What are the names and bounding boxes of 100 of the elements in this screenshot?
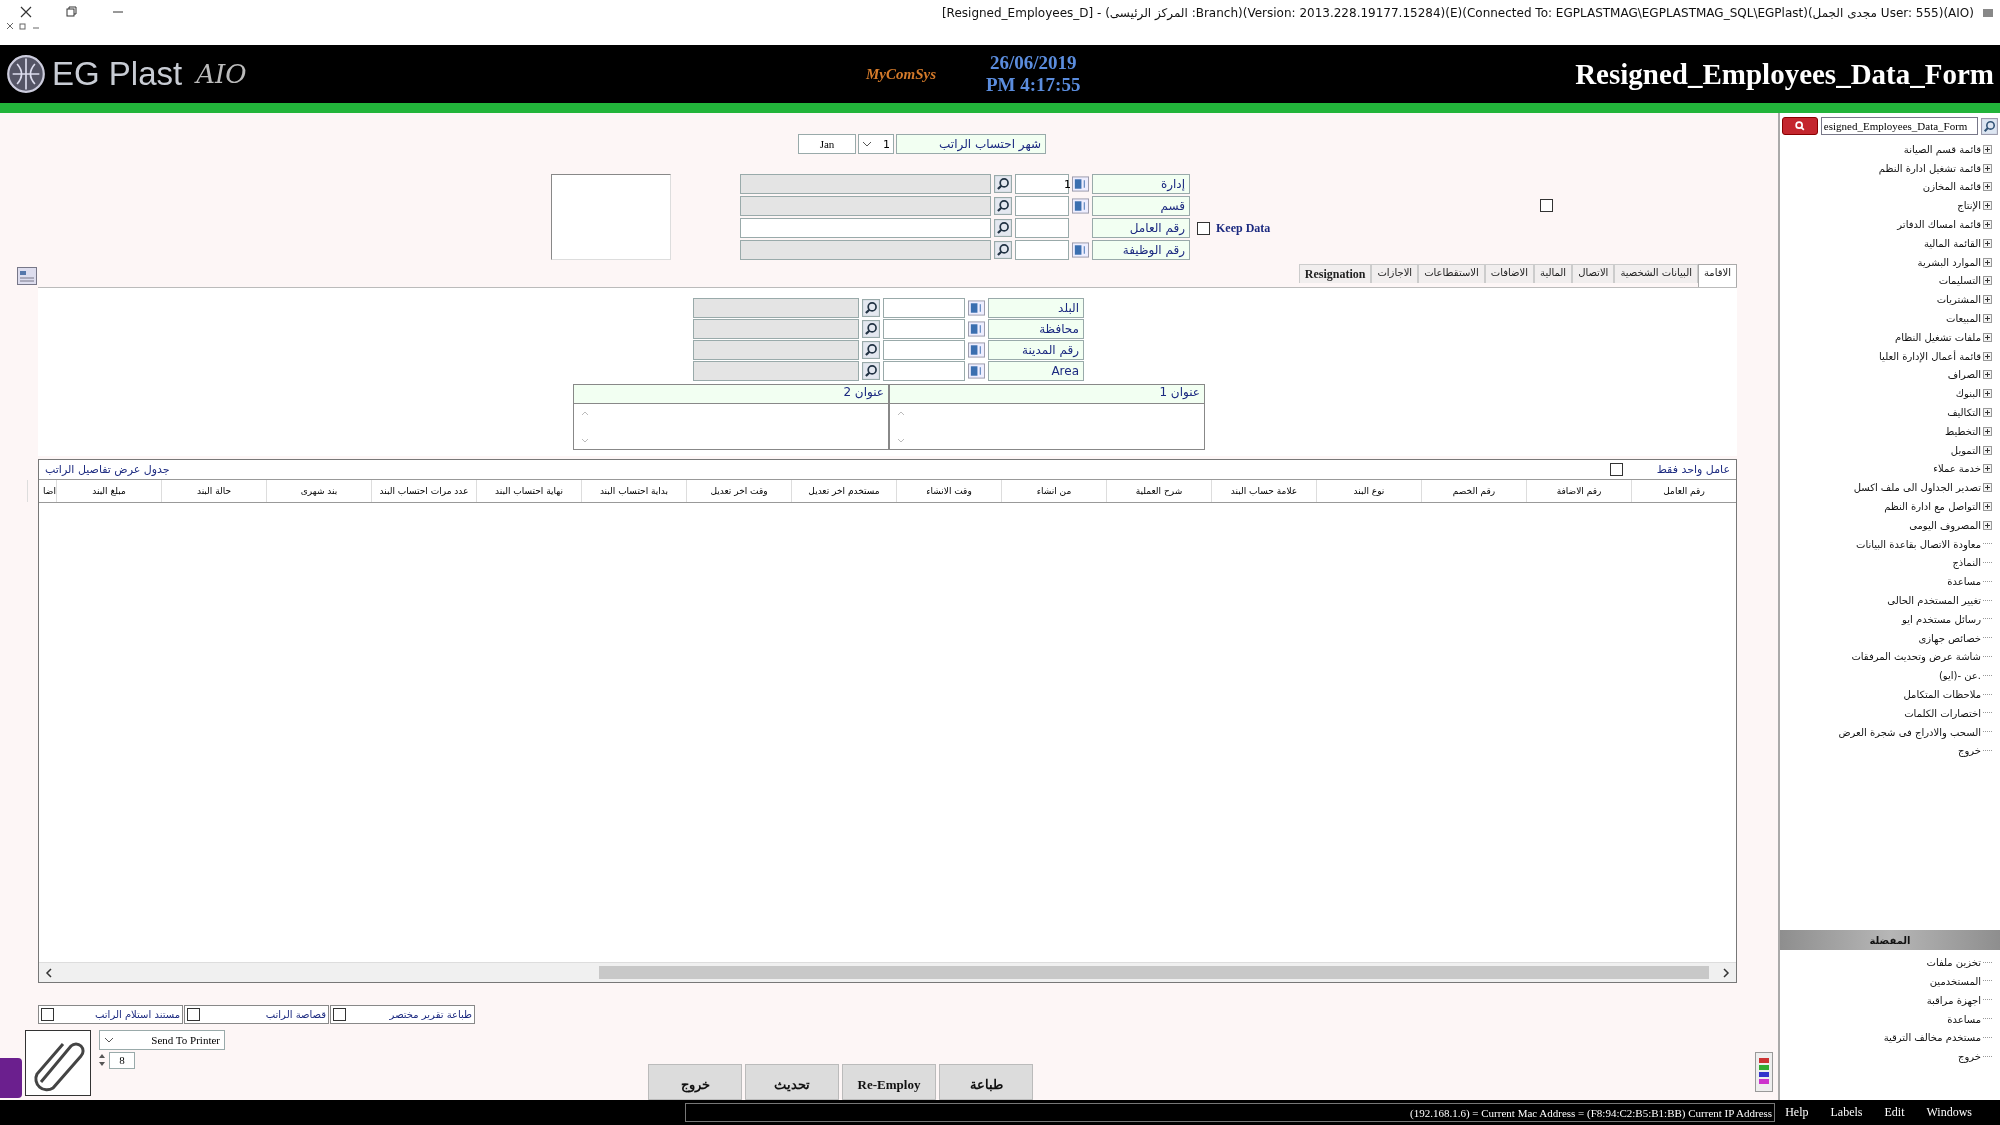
tab[interactable]: الاضافات <box>1484 263 1535 283</box>
expand-icon[interactable] <box>1983 295 1992 305</box>
scroll-left-icon[interactable] <box>45 967 53 978</box>
menu-item[interactable]: Help <box>1785 1105 1809 1120</box>
grid-icon[interactable] <box>17 266 37 285</box>
picker-icon[interactable] <box>968 341 985 358</box>
menu-item[interactable]: القائمة المالية <box>1923 237 1981 249</box>
menu-item[interactable]: الإنتاج <box>1957 200 1981 212</box>
menu-item[interactable]: خدمة عملاء <box>1933 463 1981 475</box>
menu-item[interactable]: مساعدة <box>1947 576 1981 588</box>
menu-item[interactable]: قائمة المخازن <box>1922 181 1981 193</box>
horizontal-scrollbar[interactable] <box>39 962 1736 983</box>
expand-icon[interactable] <box>1983 238 1992 248</box>
column-header[interactable]: بند شهرى <box>266 479 371 502</box>
column-header[interactable]: بداية احتساب البند <box>581 479 686 502</box>
menu-item[interactable]: ملفات تشغيل النظام <box>1895 331 1981 343</box>
expand-icon[interactable] <box>1983 314 1992 324</box>
menu-item[interactable]: التسليمات <box>1938 275 1981 287</box>
tab[interactable]: البيانات الشخصية <box>1614 263 1698 283</box>
action-button[interactable]: خروج <box>648 1064 742 1100</box>
expand-icon[interactable] <box>1983 445 1992 455</box>
code-field[interactable] <box>883 318 965 339</box>
menu-item[interactable]: تصدير الجداول الى ملف اكسل <box>1853 482 1981 494</box>
column-header[interactable]: وقت اخر تعديل <box>686 479 791 502</box>
menu-item[interactable]: Windows <box>1926 1105 1972 1120</box>
search-icon[interactable] <box>994 197 1012 215</box>
menu-item[interactable]: المصروف اليومى <box>1909 519 1981 531</box>
name-field[interactable] <box>740 218 991 238</box>
code-field[interactable] <box>883 297 965 318</box>
menu-item[interactable]: قائمة أعمال الإدارة العليا <box>1879 350 1981 362</box>
menu-item[interactable]: تغيير المستخدم الحالى <box>1887 595 1981 606</box>
menu-item[interactable]: التمويل <box>1950 444 1981 456</box>
expand-icon[interactable] <box>1983 144 1992 154</box>
search-icon[interactable] <box>862 298 880 317</box>
scroll-right-icon[interactable] <box>1722 967 1730 978</box>
menu-item[interactable]: شاشة عرض وتحديث المرفقات <box>1851 651 1981 663</box>
expand-icon[interactable] <box>1983 276 1992 286</box>
menu-item[interactable]: معاودة الاتصال بقاعدة البيانات <box>1855 538 1981 550</box>
expand-icon[interactable] <box>1983 520 1992 530</box>
menu-item[interactable]: قائمة امساك الدفاتر <box>1897 219 1981 231</box>
menu-item[interactable]: التخطيط <box>1945 425 1981 437</box>
search-icon[interactable] <box>862 361 880 380</box>
search-icon[interactable] <box>862 319 880 338</box>
column-header[interactable]: رقم الاضافة <box>1526 479 1631 502</box>
checkbox[interactable] <box>333 1008 346 1022</box>
column-header[interactable]: حالة البند <box>161 479 266 502</box>
tab[interactable]: الاقامة <box>1697 263 1737 287</box>
code-field[interactable] <box>1015 196 1069 216</box>
printer-dropdown[interactable]: Send To Printer <box>99 1030 225 1051</box>
menu-item[interactable]: الصراف <box>1947 369 1981 381</box>
code-field[interactable] <box>1015 240 1069 260</box>
code-field[interactable] <box>883 360 965 381</box>
name-field[interactable] <box>693 339 859 360</box>
restore-icon[interactable] <box>19 22 27 30</box>
restore-icon[interactable] <box>66 6 78 18</box>
menu-item[interactable]: مساعدة <box>1947 1013 1981 1025</box>
menu-item[interactable]: Labels <box>1830 1105 1863 1120</box>
menu-item[interactable]: السحب والادراج فى شجرة العرض <box>1838 726 1981 738</box>
column-header[interactable]: مستخدم اخر تعديل <box>791 479 896 502</box>
name-field[interactable] <box>693 318 859 339</box>
code-field[interactable] <box>883 339 965 360</box>
menu-item[interactable]: قائمة تشغيل ادارة النظم <box>1878 162 1981 174</box>
month-number-dropdown[interactable]: 1 <box>858 134 894 154</box>
expand-icon[interactable] <box>1983 464 1992 474</box>
menu-item[interactable]: قائمة قسم الصيانة <box>1903 143 1981 155</box>
menu-item[interactable]: خروج <box>1958 745 1981 757</box>
side-tab[interactable] <box>0 1058 22 1099</box>
action-button[interactable]: تحديث <box>745 1064 839 1100</box>
menu-item[interactable]: الموارد البشرية <box>1917 256 1981 268</box>
menu-item[interactable]: تخزين ملفات <box>1926 957 1981 969</box>
menu-item[interactable]: اجهزة مراقبة <box>1926 994 1981 1006</box>
column-header[interactable]: رقم الخصم <box>1421 479 1526 502</box>
expand-icon[interactable] <box>1983 332 1992 342</box>
checkbox[interactable] <box>1540 199 1554 212</box>
address-box[interactable]: عنوان 1 <box>889 383 1205 450</box>
code-field[interactable] <box>1015 218 1069 238</box>
tab[interactable]: الاجازات <box>1371 263 1419 283</box>
expand-icon[interactable] <box>1983 389 1992 399</box>
expand-icon[interactable] <box>1983 163 1992 173</box>
column-header[interactable]: نوع البند <box>1316 479 1421 502</box>
picker-icon[interactable] <box>968 299 985 316</box>
menu-item[interactable]: المبيعات <box>1946 313 1981 325</box>
column-header[interactable]: علامة حساب البند <box>1211 479 1316 502</box>
search-icon[interactable] <box>1981 117 1998 135</box>
menu-item[interactable]: خروج <box>1958 1051 1981 1063</box>
menu-item[interactable]: التواصل مع ادارة النظم <box>1884 501 1981 513</box>
expand-icon[interactable] <box>1983 351 1992 361</box>
menu-item[interactable]: ملاحظات المتكامل <box>1903 689 1981 700</box>
picker-icon[interactable] <box>968 362 985 379</box>
menu-item[interactable]: المشتريات <box>1936 294 1981 306</box>
column-header[interactable]: نهاية احتساب البند <box>476 479 581 502</box>
paperclip-icon[interactable] <box>25 1030 91 1097</box>
column-header[interactable]: رقم العامل <box>1631 479 1736 502</box>
copies-field[interactable]: 8 <box>109 1051 135 1069</box>
menu-item[interactable]: التكاليف <box>1947 407 1981 419</box>
action-button[interactable]: Re-Employ <box>842 1064 936 1100</box>
tab[interactable]: الاستقطاعات <box>1418 263 1485 283</box>
menu-item[interactable]: البنوك <box>1955 388 1981 400</box>
column-header[interactable]: شرح العملية <box>1106 479 1211 502</box>
column-header[interactable]: من انشاء <box>1001 479 1106 502</box>
